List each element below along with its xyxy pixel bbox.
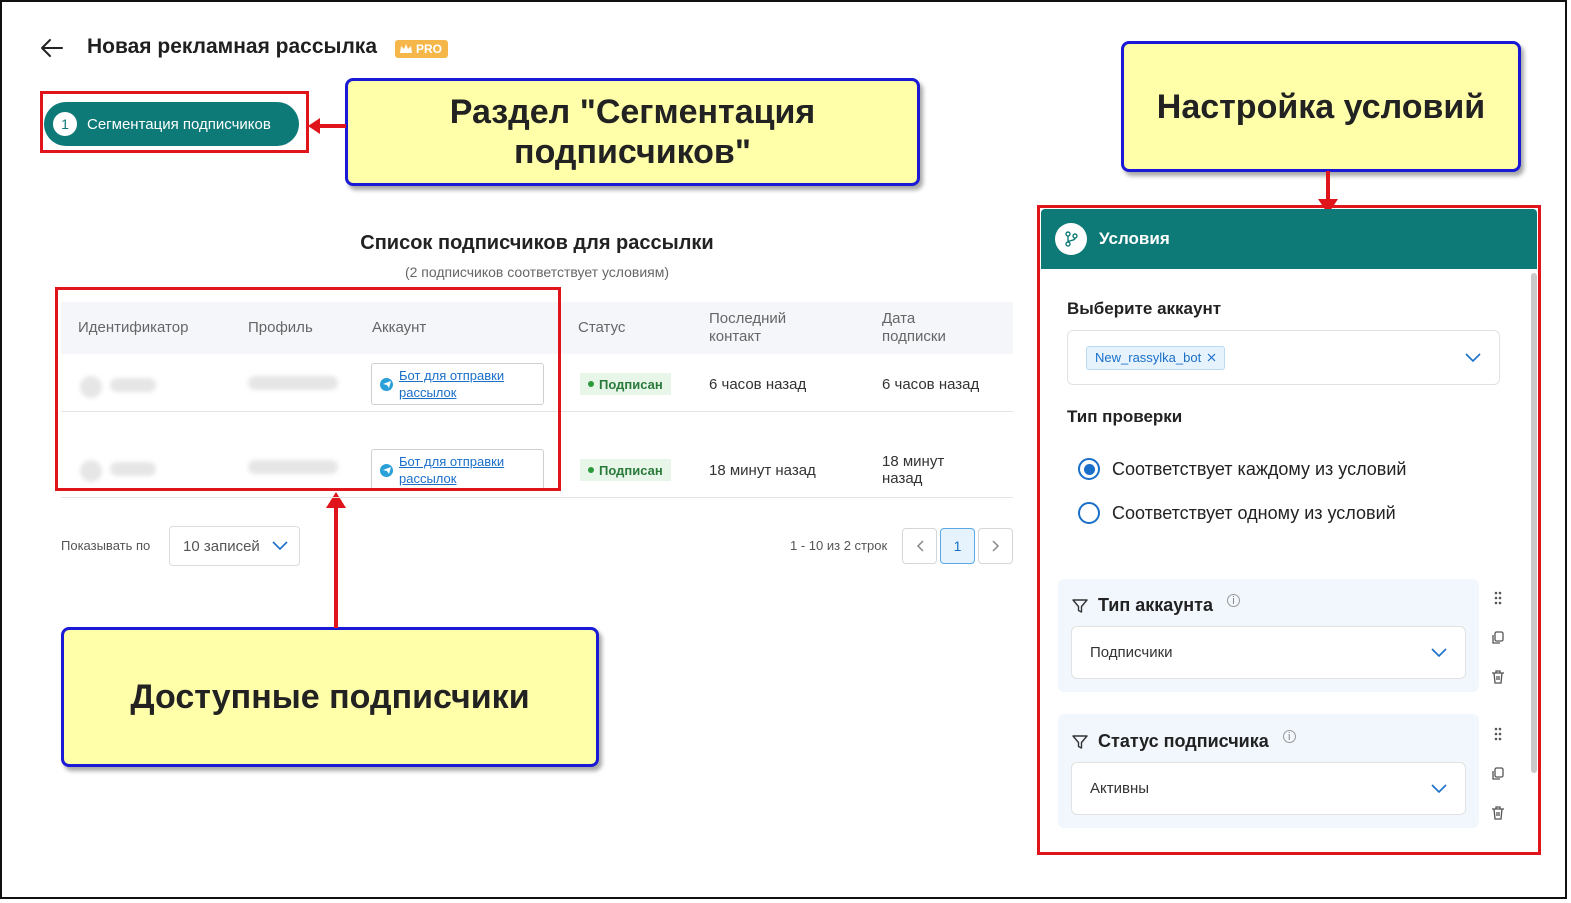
callout-conditions-text: Настройка условий — [1156, 87, 1486, 126]
panel-highlight-frame — [1037, 205, 1541, 855]
back-arrow-icon[interactable] — [38, 34, 66, 62]
status-dot-icon — [588, 467, 594, 473]
pro-badge-label: PRO — [416, 42, 443, 56]
pro-badge: PRO — [395, 40, 449, 58]
subscribed-value: 6 часов назад — [882, 376, 980, 393]
chevron-down-icon — [272, 541, 288, 551]
callout-segmentation-text: Раздел "Сегментация подписчиков" — [449, 93, 816, 171]
column-header-status: Статус — [578, 319, 626, 336]
list-title: Список подписчиков для рассылки — [360, 232, 714, 254]
status-badge-text: Подписан — [599, 376, 663, 392]
chevron-left-icon — [916, 540, 924, 552]
prev-page-button[interactable] — [902, 528, 937, 564]
callout-conditions: Настройка условий — [1121, 41, 1521, 172]
list-subtitle: (2 подписчиков соответствует условиям) — [404, 264, 670, 280]
page-size-label: Показывать по — [61, 538, 151, 553]
column-header-last-contact: Последний контакт — [709, 310, 787, 345]
page-size-value: 10 записей — [183, 537, 260, 555]
callout-subscribers: Доступные подписчики — [61, 627, 599, 767]
arrow-to-step — [308, 118, 346, 134]
last-contact-value: 18 минут назад — [709, 462, 816, 479]
table-highlight-frame — [55, 287, 561, 491]
status-dot-icon — [588, 381, 594, 387]
chevron-right-icon — [991, 540, 999, 552]
page-number-button[interactable]: 1 — [940, 528, 975, 564]
status-badge: Подписан — [580, 373, 671, 395]
last-contact-value: 6 часов назад — [709, 376, 807, 393]
step-label: Сегментация подписчиков — [87, 115, 271, 133]
subscribed-value: 18 минут назад — [882, 453, 945, 487]
row-divider — [61, 497, 1013, 498]
page-title: Новая рекламная рассылка — [87, 35, 378, 58]
status-badge-text: Подписан — [599, 462, 663, 478]
callout-segmentation: Раздел "Сегментация подписчиков" — [345, 78, 920, 186]
callout-subscribers-text: Доступные подписчики — [130, 678, 530, 716]
step-segmentation-tab[interactable]: 1 Сегментация подписчиков — [44, 102, 299, 146]
pagination-range: 1 - 10 из 2 строк — [790, 538, 888, 553]
column-header-subscribed: Дата подписки — [882, 310, 946, 345]
step-number: 1 — [53, 112, 77, 136]
crown-icon — [400, 44, 412, 53]
next-page-button[interactable] — [978, 528, 1013, 564]
page-size-select[interactable]: 10 записей — [169, 526, 300, 566]
arrow-to-table — [326, 492, 346, 628]
status-badge: Подписан — [580, 459, 671, 481]
